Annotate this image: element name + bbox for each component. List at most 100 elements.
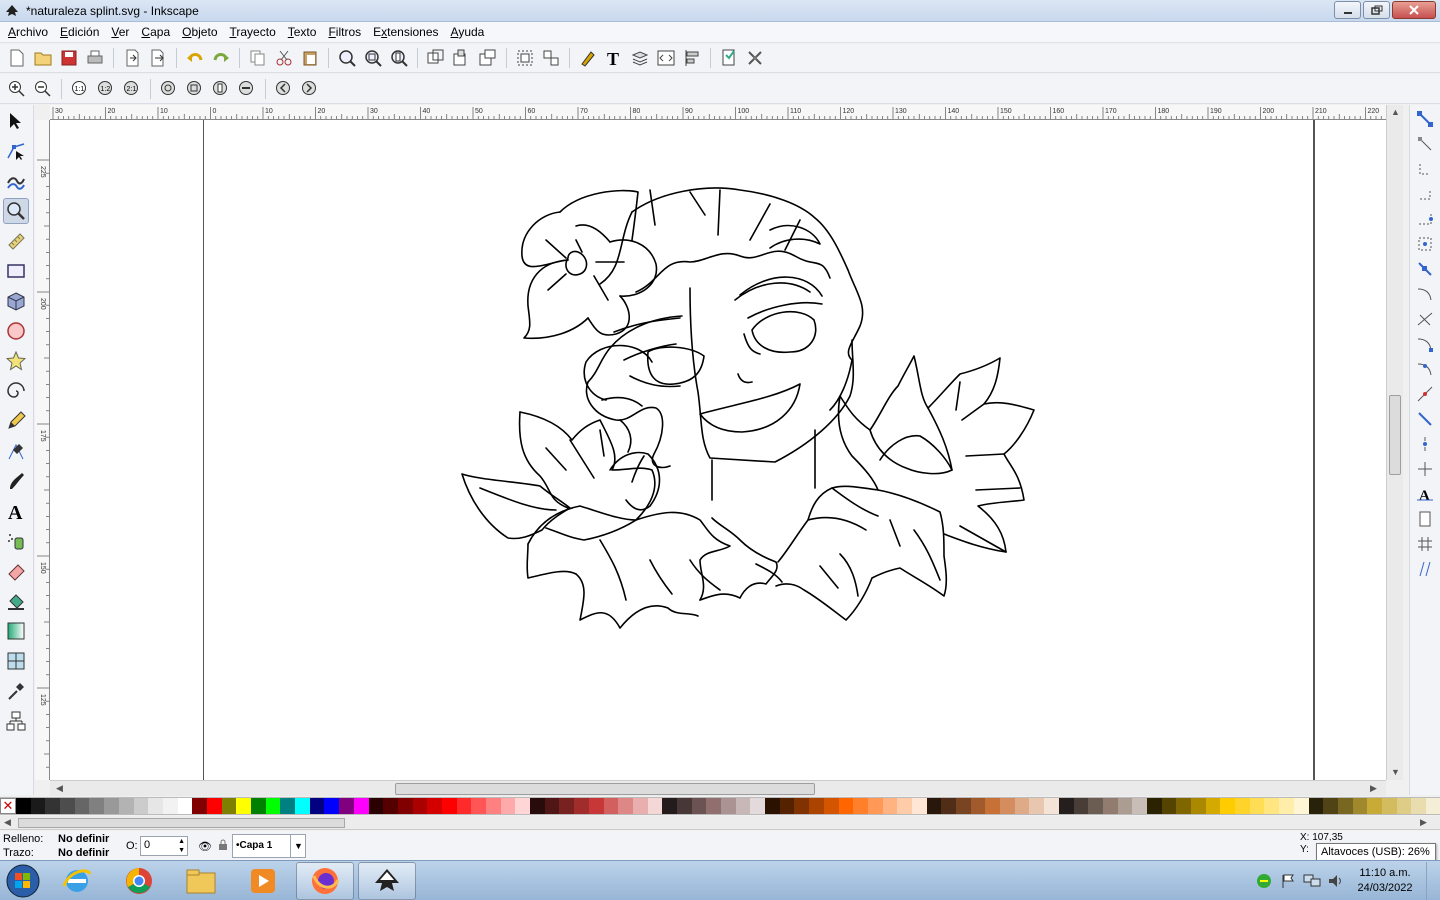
color-swatch[interactable] xyxy=(809,798,824,814)
flag-icon[interactable] xyxy=(1278,871,1298,891)
color-swatch[interactable] xyxy=(676,798,692,814)
zoom-fit-selection-icon[interactable] xyxy=(158,78,180,100)
color-swatch[interactable] xyxy=(897,798,912,814)
color-swatch[interactable] xyxy=(280,798,296,814)
color-swatch[interactable] xyxy=(574,798,589,814)
menu-texto[interactable]: Texto xyxy=(282,22,323,43)
mesh-tool-icon[interactable] xyxy=(3,648,29,674)
align-distribute-icon[interactable] xyxy=(681,47,703,69)
zoom-next-icon[interactable] xyxy=(299,78,321,100)
unlink-clone-icon[interactable] xyxy=(477,47,499,69)
color-swatch[interactable] xyxy=(735,798,751,814)
palette-scroll-thumb[interactable] xyxy=(18,818,345,828)
color-swatch[interactable] xyxy=(1029,798,1045,814)
menu-ayuda[interactable]: Ayuda xyxy=(445,22,491,43)
color-swatch[interactable] xyxy=(206,798,222,814)
cut-icon[interactable] xyxy=(273,47,295,69)
xml-editor-icon[interactable] xyxy=(655,47,677,69)
text-font-icon[interactable]: T xyxy=(603,47,625,69)
color-swatch[interactable] xyxy=(985,798,1001,814)
color-swatch[interactable] xyxy=(838,798,854,814)
color-swatch[interactable] xyxy=(427,798,442,814)
close-button[interactable] xyxy=(1392,1,1436,19)
scroll-up-icon[interactable]: ▲ xyxy=(1391,107,1400,117)
snap-others-icon[interactable] xyxy=(1414,408,1436,430)
connector-tool-icon[interactable] xyxy=(3,708,29,734)
color-swatch[interactable] xyxy=(970,798,986,814)
color-swatch[interactable] xyxy=(867,798,883,814)
firefox-icon[interactable] xyxy=(296,861,354,900)
snap-bbox-corner-icon[interactable] xyxy=(1414,183,1436,205)
spiral-tool-icon[interactable] xyxy=(3,378,29,404)
horizontal-scroll-thumb[interactable] xyxy=(395,783,815,795)
no-paint-swatch[interactable]: ✕ xyxy=(0,798,16,814)
internet-explorer-icon[interactable] xyxy=(48,862,106,900)
menu-objeto[interactable]: Objeto xyxy=(176,22,223,43)
copy-icon[interactable] xyxy=(247,47,269,69)
zoom-page-icon[interactable] xyxy=(388,47,410,69)
zoom-in-icon[interactable] xyxy=(6,78,28,100)
color-swatch[interactable] xyxy=(706,798,721,814)
paint-bucket-tool-icon[interactable] xyxy=(3,588,29,614)
color-swatch[interactable] xyxy=(1014,798,1030,814)
color-swatch[interactable] xyxy=(721,798,736,814)
color-swatch[interactable] xyxy=(177,798,193,814)
vertical-scroll-thumb[interactable] xyxy=(1389,395,1401,475)
color-swatch[interactable] xyxy=(118,798,134,814)
color-swatch[interactable] xyxy=(1146,798,1162,814)
zoom-previous-icon[interactable] xyxy=(273,78,295,100)
text-tool-icon[interactable]: A xyxy=(3,498,29,524)
zoom-drawing-icon[interactable] xyxy=(362,47,384,69)
start-button[interactable] xyxy=(0,861,46,900)
color-swatch[interactable] xyxy=(471,798,486,814)
color-swatch[interactable] xyxy=(1191,798,1206,814)
group-icon[interactable] xyxy=(514,47,536,69)
show-desktop-button[interactable] xyxy=(1426,862,1436,900)
ungroup-icon[interactable] xyxy=(540,47,562,69)
color-swatch[interactable] xyxy=(823,798,839,814)
snap-cusp-icon[interactable] xyxy=(1414,333,1436,355)
color-swatch[interactable] xyxy=(632,798,648,814)
color-swatch[interactable] xyxy=(16,798,31,814)
color-swatch[interactable] xyxy=(1088,798,1103,814)
color-swatch[interactable] xyxy=(1117,798,1133,814)
color-swatch[interactable] xyxy=(236,798,251,814)
color-swatch[interactable] xyxy=(1044,798,1059,814)
snap-object-center-icon[interactable] xyxy=(1414,433,1436,455)
snap-intersection-icon[interactable] xyxy=(1414,308,1436,330)
star-tool-icon[interactable] xyxy=(3,348,29,374)
color-swatch[interactable] xyxy=(456,798,472,814)
color-swatch[interactable] xyxy=(45,798,61,814)
snap-bbox-icon[interactable] xyxy=(1414,133,1436,155)
media-player-icon[interactable] xyxy=(234,862,292,900)
color-swatch[interactable] xyxy=(60,798,75,814)
export-icon[interactable] xyxy=(147,47,169,69)
color-swatch[interactable] xyxy=(926,798,942,814)
zoom-out-icon[interactable] xyxy=(32,78,54,100)
fill-stroke-icon[interactable] xyxy=(577,47,599,69)
color-swatch[interactable] xyxy=(162,798,178,814)
open-folder-icon[interactable] xyxy=(32,47,54,69)
restore-button[interactable] xyxy=(1363,1,1390,19)
scroll-right-icon[interactable]: ▶ xyxy=(1370,783,1377,794)
color-swatch[interactable] xyxy=(1293,798,1309,814)
snap-bbox-center-icon[interactable] xyxy=(1414,233,1436,255)
layer-visibility-icon[interactable]: 👁 xyxy=(198,840,212,853)
color-swatch[interactable] xyxy=(221,798,237,814)
menu-capa[interactable]: Capa xyxy=(135,22,176,43)
color-swatch[interactable] xyxy=(956,798,971,814)
gradient-tool-icon[interactable] xyxy=(3,618,29,644)
snap-enable-icon[interactable] xyxy=(1414,108,1436,130)
color-swatch[interactable] xyxy=(1411,798,1426,814)
undo-icon[interactable] xyxy=(184,47,206,69)
horizontal-ruler[interactable]: 30 20 10 0 10 20 30 40 50 60 70 80 90 100 110 120 130 140… xyxy=(50,105,1386,120)
color-swatch[interactable] xyxy=(1367,798,1382,814)
node-tool-icon[interactable] xyxy=(3,138,29,164)
color-swatch[interactable] xyxy=(515,798,531,814)
snap-path-icon[interactable] xyxy=(1414,283,1436,305)
zoom-selection-icon[interactable] xyxy=(336,47,358,69)
snap-rotation-center-icon[interactable] xyxy=(1414,458,1436,480)
tweak-tool-icon[interactable] xyxy=(3,168,29,194)
clone-icon[interactable] xyxy=(451,47,473,69)
color-swatch[interactable] xyxy=(1102,798,1118,814)
